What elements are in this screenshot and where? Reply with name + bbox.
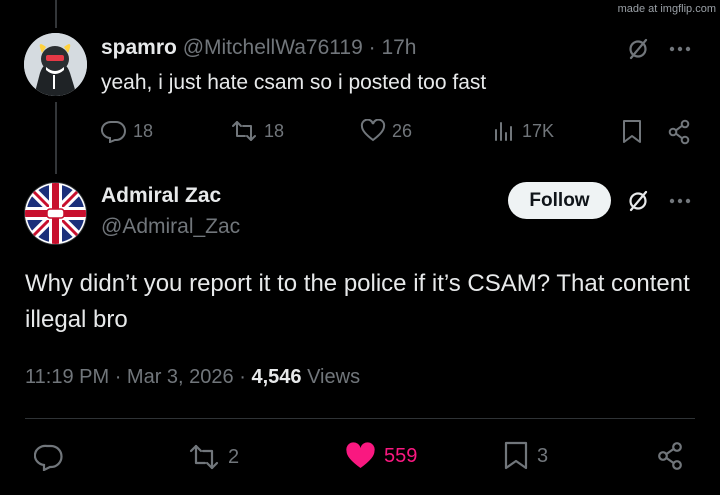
reply-button[interactable]: 18: [101, 119, 153, 143]
main-repost-count: 2: [228, 445, 240, 468]
tweet-views-label: Views: [307, 366, 361, 388]
views-icon: [495, 122, 512, 141]
more-icon[interactable]: [668, 193, 692, 214]
share-icon: [658, 442, 682, 470]
main-reply-button[interactable]: [34, 443, 64, 471]
timestamp-dot: ·: [114, 366, 122, 388]
imgflip-watermark: made at imgflip.com: [617, 3, 716, 15]
main-display-name[interactable]: Admiral Zac: [101, 184, 221, 208]
share-button[interactable]: [667, 119, 691, 145]
timestamp-dot: ·: [239, 366, 246, 388]
repost-icon: [189, 444, 219, 470]
reply-count: 18: [133, 120, 154, 141]
bookmark-icon: [623, 120, 641, 143]
repost-count: 18: [264, 120, 285, 141]
divider: [25, 418, 695, 419]
bookmark-icon: [504, 441, 528, 470]
reply-avatar[interactable]: [24, 33, 87, 96]
reply-handle[interactable]: @MitchellWa76119: [183, 36, 363, 59]
tweet-time[interactable]: 11:19 PM: [25, 366, 109, 388]
main-avatar[interactable]: [24, 182, 87, 245]
like-icon: [346, 442, 375, 468]
thread-line: [55, 102, 57, 174]
reply-icon: [34, 444, 63, 471]
tweet-date[interactable]: Mar 3, 2026: [127, 366, 234, 388]
views-count: 17K: [522, 120, 555, 141]
reply-age[interactable]: 17h: [381, 36, 416, 59]
like-button[interactable]: 26: [360, 119, 412, 143]
tweet-views-count[interactable]: 4,546: [251, 366, 301, 388]
main-like-button[interactable]: 559: [345, 442, 417, 470]
thread-line-top: [55, 0, 57, 28]
like-count: 26: [392, 120, 413, 141]
reply-text: yeah, i just hate csam so i posted too f…: [101, 71, 487, 94]
follow-button[interactable]: Follow: [508, 182, 611, 219]
repost-button[interactable]: 18: [230, 119, 284, 143]
reply-header: spamro @MitchellWa76119 · 17h: [101, 36, 417, 60]
reply-separator: ·: [368, 36, 376, 59]
more-icon[interactable]: [668, 41, 692, 62]
grok-icon[interactable]: [626, 37, 650, 66]
bookmark-button[interactable]: [621, 119, 643, 145]
share-icon: [668, 119, 690, 145]
reply-icon: [101, 120, 126, 143]
main-bookmark-count: 3: [537, 444, 549, 467]
main-handle[interactable]: @Admiral_Zac: [101, 215, 240, 239]
views-button[interactable]: 17K: [492, 119, 554, 143]
main-like-count: 559: [384, 444, 418, 467]
main-tweet-text: Why didn’t you report it to the police i…: [25, 270, 690, 333]
like-icon: [360, 119, 386, 142]
main-share-button[interactable]: [656, 441, 684, 471]
reply-display-name[interactable]: spamro: [101, 36, 177, 59]
main-repost-button[interactable]: 2: [188, 443, 239, 471]
main-bookmark-button[interactable]: 3: [503, 441, 548, 471]
tweet-timestamp: 11:19 PM · Mar 3, 2026 · 4,546 Views: [25, 366, 360, 389]
grok-icon[interactable]: [626, 189, 650, 218]
repost-icon: [232, 121, 256, 141]
